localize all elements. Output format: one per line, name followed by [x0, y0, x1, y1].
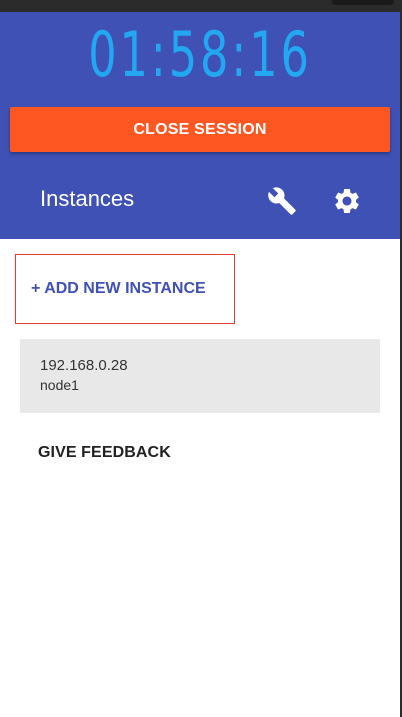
wrench-icon: [268, 187, 296, 215]
gear-icon: [335, 189, 359, 213]
instance-ip: 192.168.0.28: [40, 357, 128, 374]
window-top-tab: [332, 0, 394, 5]
add-new-instance-label: + ADD NEW INSTANCE: [31, 280, 206, 297]
window-top-strip: [0, 0, 402, 12]
close-session-button[interactable]: CLOSE SESSION: [10, 107, 390, 152]
settings-wrench-button[interactable]: [264, 183, 300, 219]
instance-list-item[interactable]: 192.168.0.28 node1: [20, 339, 380, 413]
instances-title: Instances: [40, 186, 135, 211]
settings-gear-button[interactable]: [329, 183, 365, 219]
session-header: 01:58:16 CLOSE SESSION Instances: [0, 12, 400, 239]
add-new-instance-button[interactable]: + ADD NEW INSTANCE: [15, 254, 235, 324]
instance-name: node1: [40, 377, 79, 393]
give-feedback-button[interactable]: GIVE FEEDBACK: [38, 444, 171, 462]
session-timer: 01:58:16: [88, 18, 312, 91]
